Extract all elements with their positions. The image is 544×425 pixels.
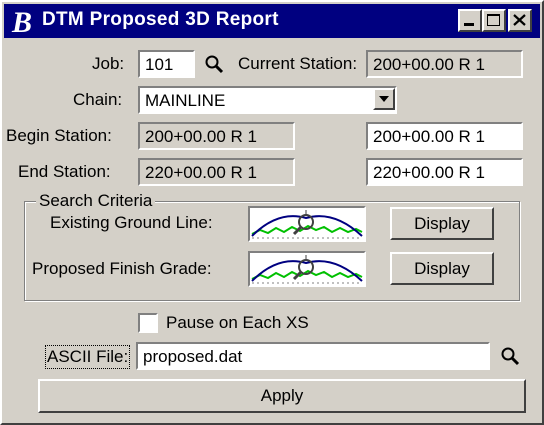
begin-station-label: Begin Station: [6, 126, 112, 145]
existing-ground-display-button[interactable]: Display [390, 207, 494, 240]
minimize-icon [464, 23, 474, 26]
chevron-down-icon [379, 96, 389, 102]
existing-ground-preview [248, 206, 366, 242]
search-icon[interactable] [204, 54, 226, 76]
chain-select-value: MAINLINE [145, 91, 226, 110]
end-station-input[interactable]: 220+00.00 R 1 [366, 158, 523, 186]
chain-dropdown-button[interactable] [373, 88, 395, 110]
begin-station-input[interactable]: 200+00.00 R 1 [366, 122, 523, 150]
proposed-finish-preview [248, 251, 366, 287]
chain-select[interactable]: MAINLINE [138, 86, 397, 114]
begin-station-readonly: 200+00.00 R 1 [138, 122, 295, 150]
close-button[interactable] [508, 9, 532, 32]
existing-ground-display-label: Display [414, 214, 470, 233]
minimize-button[interactable] [458, 9, 482, 32]
title-bar[interactable]: B DTM Proposed 3D Report [4, 4, 540, 38]
close-icon [513, 14, 526, 26]
window-title: DTM Proposed 3D Report [42, 9, 279, 30]
proposed-finish-display-label: Display [414, 259, 470, 278]
job-label: Job: [92, 54, 125, 73]
apply-button[interactable]: Apply [38, 379, 526, 413]
chain-label: Chain: [73, 90, 123, 109]
current-station-field: 200+00.00 R 1 [366, 50, 523, 78]
proposed-finish-display-button[interactable]: Display [390, 252, 494, 285]
search-icon[interactable] [500, 346, 522, 368]
graph-preview-icon [251, 210, 363, 239]
graph-preview-icon [251, 255, 363, 284]
proposed-finish-label: Proposed Finish Grade: [32, 259, 212, 278]
dialog-window: B DTM Proposed 3D Report Job: 101 Curren… [0, 0, 544, 425]
pause-checkbox[interactable] [138, 313, 158, 333]
maximize-icon [487, 14, 500, 26]
ascii-file-input[interactable]: proposed.dat [136, 342, 490, 370]
ascii-file-label[interactable]: ASCII File: [44, 345, 131, 369]
svg-text:B: B [11, 7, 32, 35]
job-input[interactable]: 101 [138, 50, 195, 78]
maximize-button[interactable] [482, 9, 506, 32]
app-icon: B [11, 7, 32, 35]
end-station-readonly: 220+00.00 R 1 [138, 158, 295, 186]
existing-ground-label: Existing Ground Line: [50, 213, 213, 232]
current-station-label: Current Station: [238, 54, 358, 73]
search-criteria-label: Search Criteria [36, 190, 156, 212]
apply-button-label: Apply [260, 386, 304, 405]
pause-label[interactable]: Pause on Each XS [166, 312, 309, 334]
end-station-label: End Station: [18, 162, 111, 181]
